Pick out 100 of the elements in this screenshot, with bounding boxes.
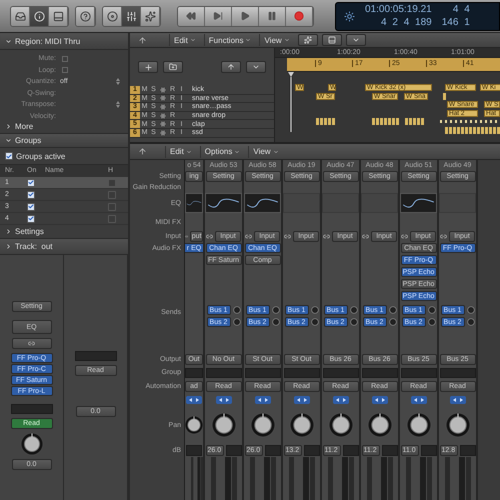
- pan-knob[interactable]: [406, 413, 430, 437]
- freeze-icon[interactable]: [160, 86, 166, 93]
- checkbox[interactable]: [62, 67, 68, 74]
- add-track-button[interactable]: [138, 61, 158, 73]
- rewind-button[interactable]: [178, 6, 205, 26]
- record-button[interactable]: [286, 6, 313, 26]
- pan-mode-icon[interactable]: [450, 396, 466, 404]
- peak-field: [382, 444, 398, 456]
- editor-button[interactable]: [49, 6, 68, 26]
- menu[interactable]: Edit: [169, 34, 200, 46]
- tool-button[interactable]: [221, 61, 241, 73]
- pan-mode-icon[interactable]: [294, 396, 310, 404]
- back-icon[interactable]: [138, 36, 147, 44]
- back-icon[interactable]: [138, 147, 147, 156]
- checkbox[interactable]: [108, 190, 116, 198]
- disclosure-icon[interactable]: [5, 228, 12, 235]
- group-slot: [74, 351, 116, 361]
- checkbox[interactable]: [108, 202, 116, 210]
- checkbox[interactable]: [62, 56, 68, 62]
- pan-mode-icon[interactable]: [186, 396, 202, 404]
- section-title[interactable]: Track: out: [15, 242, 52, 251]
- mixer-icon: [126, 10, 136, 22]
- freeze-icon[interactable]: [160, 121, 166, 128]
- tool-button[interactable]: [298, 34, 318, 46]
- caret-icon: [186, 148, 192, 154]
- checkbox[interactable]: [27, 178, 35, 186]
- pan-knob[interactable]: [328, 413, 352, 437]
- group-slot: [10, 404, 52, 414]
- menu[interactable]: View: [259, 34, 294, 46]
- pan-knob[interactable]: [368, 413, 392, 437]
- position-readout: 4 2 4 189: [381, 16, 432, 29]
- editor-icon: [52, 10, 64, 22]
- freeze-icon[interactable]: [160, 130, 166, 136]
- eq-curve-drawing[interactable]: [244, 193, 281, 213]
- info-button[interactable]: [30, 6, 49, 26]
- freeze-icon[interactable]: [160, 95, 166, 102]
- checkbox[interactable]: [5, 152, 13, 160]
- menu[interactable]: View: [248, 146, 283, 158]
- pan-knob[interactable]: [20, 433, 42, 455]
- section-title[interactable]: More: [15, 122, 34, 131]
- link-button[interactable]: [12, 338, 52, 349]
- forward-button[interactable]: [205, 6, 232, 26]
- peak-field: [420, 444, 436, 456]
- disclosure-icon[interactable]: [5, 38, 12, 44]
- stepper-icon[interactable]: [116, 101, 120, 108]
- smart-button[interactable]: [103, 6, 122, 26]
- tool-button[interactable]: [322, 34, 342, 46]
- region-blocks: [372, 118, 400, 126]
- sparkle-icon: [304, 36, 312, 44]
- tool-button[interactable]: [346, 34, 366, 46]
- pan-knob[interactable]: [446, 413, 470, 437]
- tool-button[interactable]: [246, 61, 266, 73]
- peak-field: [226, 444, 242, 456]
- folder-button[interactable]: [163, 61, 183, 73]
- pan-mode-icon[interactable]: [332, 396, 348, 404]
- pan-knob[interactable]: [290, 413, 314, 437]
- library-icon: [14, 10, 26, 22]
- checkbox[interactable]: [27, 214, 35, 222]
- eq-curve-drawing[interactable]: [205, 193, 242, 213]
- stepper-icon[interactable]: [116, 78, 120, 86]
- menu[interactable]: Options: [200, 146, 244, 158]
- pan-mode-icon[interactable]: [254, 396, 270, 404]
- pan-mode-icon[interactable]: [216, 396, 232, 404]
- menu[interactable]: Edit: [165, 146, 196, 158]
- mixer-button[interactable]: [122, 6, 141, 26]
- sync-icon: [344, 10, 355, 22]
- caret-icon: [190, 37, 196, 43]
- section-title[interactable]: Settings: [15, 227, 44, 236]
- peak-field: [264, 444, 280, 456]
- region-blocks: [443, 92, 447, 100]
- forward-icon: [213, 11, 223, 21]
- tempo-readout: 146 1: [442, 16, 470, 29]
- region-blocks: [316, 118, 336, 126]
- eq-curve-drawing[interactable]: [400, 193, 437, 213]
- panel-icon: [328, 36, 336, 44]
- peak-field: [342, 444, 358, 456]
- link-icon: [401, 232, 408, 240]
- freeze-icon[interactable]: [160, 104, 166, 110]
- library-button[interactable]: [11, 6, 30, 26]
- pan-mode-icon[interactable]: [372, 396, 388, 404]
- pause-button[interactable]: [259, 6, 286, 26]
- peak-field: [460, 444, 476, 456]
- freeze-icon[interactable]: [160, 112, 166, 119]
- pan-knob[interactable]: [250, 413, 274, 437]
- caret-icon: [234, 148, 240, 154]
- playhead: [288, 72, 294, 132]
- pan-knob[interactable]: [212, 413, 236, 437]
- pan-mode-icon[interactable]: [410, 396, 426, 404]
- section-title: Region: MIDI Thru: [15, 36, 80, 46]
- checkbox[interactable]: [27, 202, 35, 210]
- link-icon: [206, 232, 213, 240]
- info-icon: [34, 10, 44, 22]
- checkbox[interactable]: [108, 178, 116, 186]
- menu[interactable]: Functions: [204, 34, 256, 46]
- caret-icon: [352, 36, 360, 44]
- checkbox[interactable]: [108, 214, 116, 222]
- checkbox[interactable]: [27, 190, 35, 198]
- loops-button[interactable]: [141, 6, 160, 26]
- play-button[interactable]: [232, 6, 259, 26]
- disclosure-icon[interactable]: [5, 243, 12, 250]
